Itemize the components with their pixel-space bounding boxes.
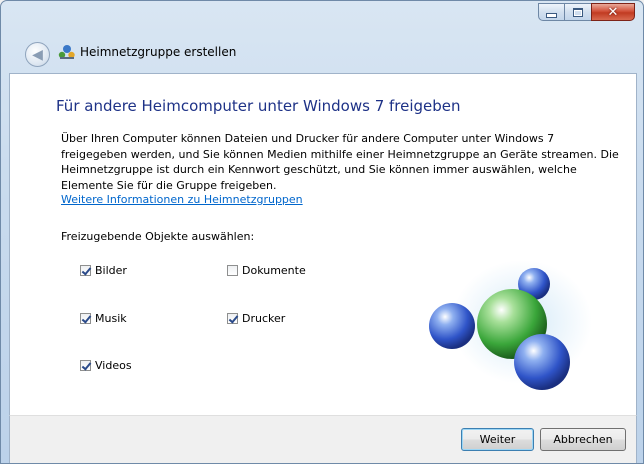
- homegroup-illustration: [429, 260, 592, 390]
- window-controls: ✕: [538, 3, 635, 21]
- checkbox-label-drucker: Drucker: [242, 312, 286, 325]
- checkbox-box-drucker[interactable]: [227, 313, 238, 324]
- checkbox-videos[interactable]: Videos: [80, 359, 132, 372]
- next-button[interactable]: Weiter: [461, 428, 534, 451]
- checkbox-label-videos: Videos: [95, 359, 132, 372]
- maximize-button[interactable]: [565, 3, 591, 21]
- checkbox-box-videos[interactable]: [80, 360, 91, 371]
- dialog-window: ✕ ◀ Heimnetzgruppe erstellen Für andere …: [0, 0, 644, 464]
- checkbox-box-bilder[interactable]: [80, 265, 91, 276]
- content-panel: Für andere Heimcomputer unter Windows 7 …: [9, 73, 637, 416]
- checkbox-bilder[interactable]: Bilder: [80, 264, 127, 277]
- checkbox-label-musik: Musik: [95, 312, 127, 325]
- minimize-button[interactable]: [538, 3, 565, 21]
- footer-bar: Weiter Abbrechen: [9, 415, 637, 463]
- cancel-button[interactable]: Abbrechen: [540, 428, 626, 451]
- close-button[interactable]: ✕: [591, 3, 635, 21]
- checkbox-drucker[interactable]: Drucker: [227, 312, 285, 325]
- sphere-blue-left: [429, 303, 475, 349]
- checkbox-box-dokumente[interactable]: [227, 265, 238, 276]
- select-objects-label: Freizugebende Objekte auswählen:: [61, 230, 255, 243]
- back-button[interactable]: ◀: [25, 42, 50, 67]
- page-heading: Für andere Heimcomputer unter Windows 7 …: [56, 97, 461, 115]
- sphere-blue-bottom: [514, 334, 570, 390]
- description-text: Über Ihren Computer können Dateien und D…: [61, 132, 619, 192]
- minimize-icon: [546, 12, 557, 18]
- checkbox-label-bilder: Bilder: [95, 264, 127, 277]
- checkbox-musik[interactable]: Musik: [80, 312, 127, 325]
- checkbox-label-dokumente: Dokumente: [242, 264, 306, 277]
- more-info-link[interactable]: Weitere Informationen zu Heimnetzgruppen: [61, 193, 303, 206]
- homegroup-icon: [58, 45, 75, 59]
- maximize-icon: [573, 7, 583, 17]
- back-arrow-icon: ◀: [32, 46, 43, 63]
- description: Über Ihren Computer können Dateien und D…: [61, 131, 621, 193]
- close-icon: ✕: [607, 4, 619, 20]
- window-title: Heimnetzgruppe erstellen: [80, 45, 237, 59]
- checkbox-box-musik[interactable]: [80, 313, 91, 324]
- checkbox-dokumente[interactable]: Dokumente: [227, 264, 306, 277]
